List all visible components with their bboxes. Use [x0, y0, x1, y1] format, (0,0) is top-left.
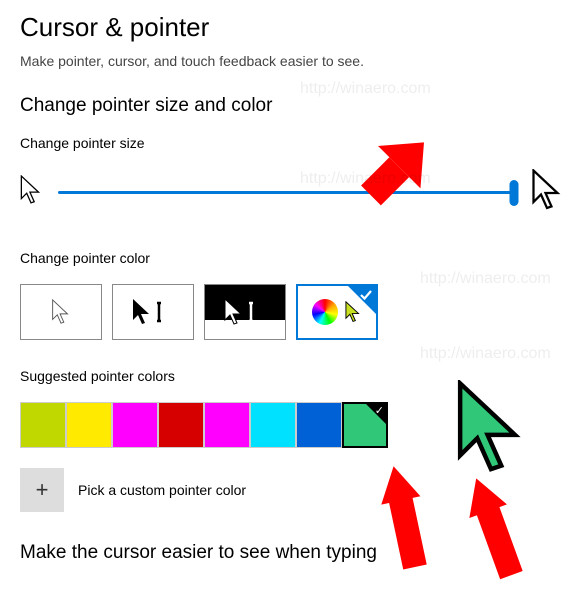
color-option-inverted[interactable] — [204, 284, 286, 340]
page-title: Cursor & pointer — [20, 12, 564, 43]
cursor-small-icon — [20, 175, 42, 210]
pick-custom-color-button[interactable]: + — [20, 468, 64, 512]
color-option-custom[interactable] — [296, 284, 378, 340]
color-option-white[interactable] — [20, 284, 102, 340]
pointer-size-slider[interactable] — [58, 181, 514, 205]
suggested-label: Suggested pointer colors — [20, 368, 564, 384]
color-swatch-2[interactable] — [112, 402, 158, 448]
section-heading-size: Change pointer size and color — [20, 95, 564, 117]
size-label: Change pointer size — [20, 135, 564, 151]
pointer-size-row — [20, 169, 564, 216]
slider-thumb[interactable] — [510, 180, 519, 206]
color-swatch-7[interactable] — [342, 402, 388, 448]
color-swatch-6[interactable] — [296, 402, 342, 448]
color-option-row — [20, 284, 564, 340]
section-heading-cursor: Make the cursor easier to see when typin… — [20, 542, 564, 564]
color-swatch-0[interactable] — [20, 402, 66, 448]
color-option-black[interactable] — [112, 284, 194, 340]
plus-icon: + — [36, 477, 49, 503]
color-label: Change pointer color — [20, 250, 564, 266]
watermark: http://winaero.com — [420, 345, 551, 363]
page-subtitle: Make pointer, cursor, and touch feedback… — [20, 53, 564, 69]
color-swatch-1[interactable] — [66, 402, 112, 448]
color-wheel-icon — [312, 299, 338, 325]
color-swatch-4[interactable] — [204, 402, 250, 448]
color-swatch-5[interactable] — [250, 402, 296, 448]
suggested-swatch-row — [20, 402, 564, 448]
color-swatch-3[interactable] — [158, 402, 204, 448]
pick-custom-color-label: Pick a custom pointer color — [78, 482, 246, 498]
cursor-large-icon — [530, 169, 564, 216]
